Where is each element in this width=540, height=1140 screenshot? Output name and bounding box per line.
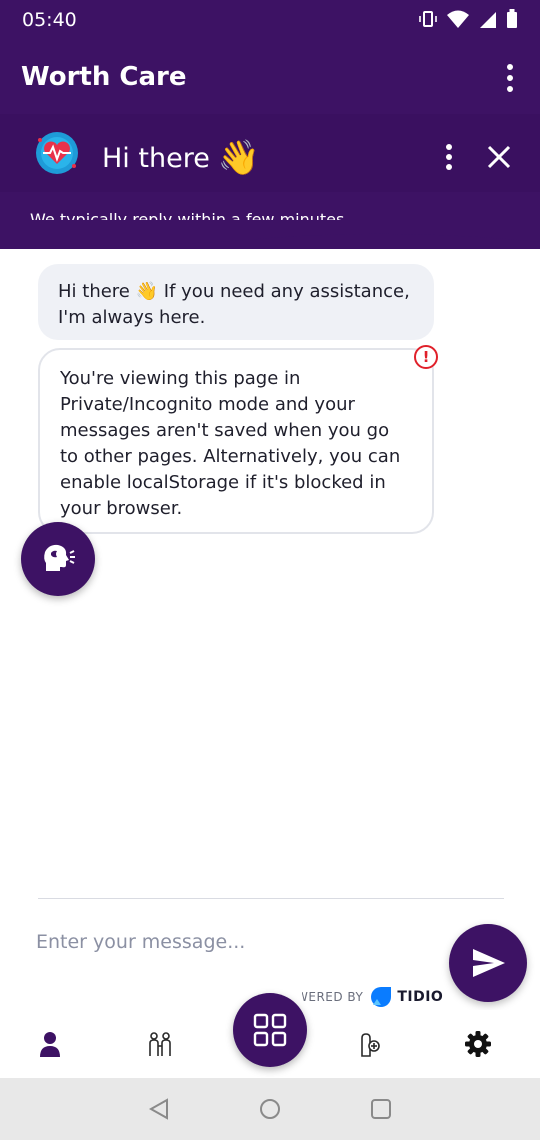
more-vert-icon[interactable] bbox=[504, 64, 516, 92]
status-bar: 05:40 bbox=[0, 0, 540, 42]
tidio-brand: TIDIO bbox=[397, 989, 444, 1005]
app-title: Worth Care bbox=[21, 62, 187, 92]
warning-text: You're viewing this page in Private/Inco… bbox=[60, 368, 401, 519]
chat-header-top bbox=[0, 114, 540, 192]
menu-grid-button[interactable] bbox=[233, 993, 307, 1067]
close-icon[interactable] bbox=[486, 144, 512, 170]
chat-menu-icon[interactable] bbox=[444, 144, 454, 170]
status-icons bbox=[418, 9, 518, 33]
hand-add-icon[interactable] bbox=[354, 1030, 382, 1058]
powered-by-tidio[interactable]: WERED BY TIDIO bbox=[302, 986, 452, 1008]
message-input[interactable] bbox=[36, 924, 416, 960]
message-text: Hi there bbox=[58, 281, 130, 302]
send-icon bbox=[473, 949, 505, 977]
signal-icon bbox=[478, 9, 498, 33]
waving-hand-icon: 👋 bbox=[217, 138, 261, 178]
app-bar: Worth Care bbox=[0, 42, 540, 114]
incognito-warning: You're viewing this page in Private/Inco… bbox=[38, 348, 434, 534]
operator-message: Hi there 👋 If you need any assistance, I… bbox=[38, 264, 434, 340]
header-greeting: Hi there 👋 bbox=[102, 138, 260, 178]
send-button[interactable] bbox=[449, 924, 527, 1002]
gear-icon[interactable] bbox=[464, 1030, 492, 1058]
back-icon[interactable] bbox=[147, 1097, 171, 1121]
header-wave-edge bbox=[0, 220, 540, 246]
composer-divider bbox=[38, 898, 504, 899]
home-icon[interactable] bbox=[258, 1097, 282, 1121]
voice-assistant-button[interactable] bbox=[21, 522, 95, 596]
person-icon[interactable] bbox=[36, 1030, 64, 1058]
waving-hand-icon: 👋 bbox=[135, 281, 159, 302]
error-icon: ! bbox=[414, 345, 438, 369]
system-nav bbox=[0, 1078, 540, 1140]
speaking-head-icon bbox=[44, 544, 75, 571]
tidio-logo-icon bbox=[371, 987, 392, 1007]
grid-icon bbox=[253, 1013, 287, 1047]
status-time: 05:40 bbox=[22, 9, 77, 31]
battery-icon bbox=[506, 9, 518, 33]
people-icon[interactable] bbox=[146, 1030, 174, 1058]
powered-by-text: WERED BY bbox=[302, 990, 364, 1004]
wifi-icon bbox=[446, 9, 470, 33]
heart-avatar-icon bbox=[34, 130, 80, 176]
vibrate-icon bbox=[418, 9, 438, 33]
recents-icon[interactable] bbox=[369, 1097, 393, 1121]
greeting-text: Hi there bbox=[102, 142, 210, 174]
